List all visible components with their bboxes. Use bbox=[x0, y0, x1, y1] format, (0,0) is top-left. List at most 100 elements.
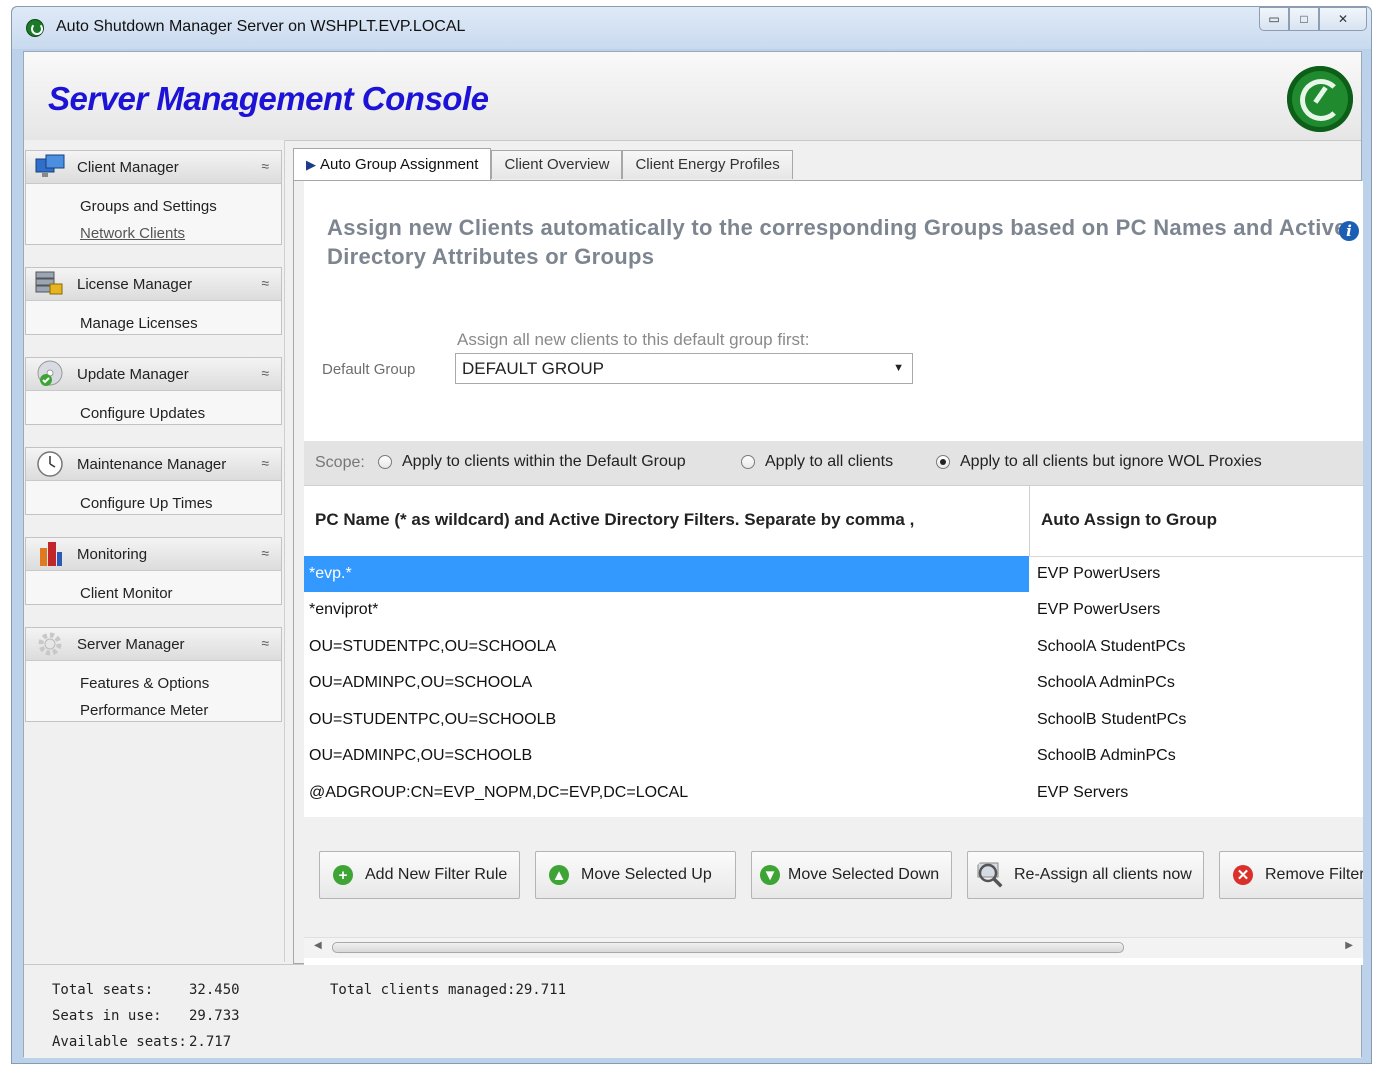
filter-rules-table: PC Name (* as wildcard) and Active Direc… bbox=[304, 485, 1363, 816]
chevron-up-icon[interactable]: ≈ bbox=[261, 365, 269, 381]
chevron-up-icon[interactable]: ≈ bbox=[261, 158, 269, 174]
sidebar-header-server-manager[interactable]: Server Manager ≈ bbox=[26, 628, 281, 661]
remove-filter-button[interactable]: ✕ Remove Filter bbox=[1219, 851, 1363, 899]
total-seats-label: Total seats: bbox=[52, 982, 154, 998]
table-row[interactable]: OU=ADMINPC,OU=SCHOOLB SchoolB AdminPCs bbox=[304, 738, 1363, 774]
dropdown-arrow-icon[interactable]: ▼ bbox=[893, 362, 904, 374]
sidebar-header-license-manager[interactable]: License Manager ≈ bbox=[26, 268, 281, 301]
sidebar-item-groups-settings[interactable]: Groups and Settings bbox=[26, 193, 281, 220]
sidebar-section-monitoring: Monitoring ≈ Client Monitor bbox=[25, 537, 282, 605]
sidebar-item-configure-updates[interactable]: Configure Updates bbox=[26, 400, 281, 427]
scroll-left-icon[interactable]: ◀ bbox=[314, 940, 322, 951]
license-server-icon bbox=[35, 271, 63, 295]
sidebar-item-features-options[interactable]: Features & Options bbox=[26, 670, 281, 697]
chevron-up-icon[interactable]: ≈ bbox=[261, 635, 269, 651]
page-title: Server Management Console bbox=[48, 80, 489, 117]
magnifier-icon bbox=[977, 862, 1004, 889]
sidebar-item-performance-meter[interactable]: Performance Meter bbox=[26, 697, 281, 724]
tab-client-overview[interactable]: Client Overview bbox=[491, 150, 623, 179]
filter-cell[interactable]: OU=STUDENTPC,OU=SCHOOLB bbox=[309, 711, 1024, 729]
sidebar-section-title: License Manager bbox=[77, 276, 193, 293]
filter-cell[interactable]: *evp.* bbox=[309, 565, 1024, 583]
available-seats-label: Available seats: bbox=[52, 1034, 187, 1050]
chevron-up-icon[interactable]: ≈ bbox=[261, 545, 269, 561]
tab-client-energy-profiles[interactable]: Client Energy Profiles bbox=[622, 150, 793, 179]
group-cell[interactable]: EVP PowerUsers bbox=[1037, 601, 1160, 619]
maximize-button[interactable]: □ bbox=[1289, 7, 1319, 31]
sidebar-item-configure-up-times[interactable]: Configure Up Times bbox=[26, 490, 281, 517]
seats-in-use-label: Seats in use: bbox=[52, 1008, 162, 1024]
gear-icon bbox=[38, 632, 62, 656]
console-header: Server Management Console bbox=[24, 52, 1361, 141]
info-icon[interactable]: i bbox=[1339, 221, 1359, 241]
move-down-button[interactable]: ▼ Move Selected Down bbox=[751, 851, 952, 899]
table-row[interactable]: *evp.* EVP PowerUsers bbox=[304, 556, 1363, 592]
status-footer: Total seats: 32.450 Seats in use: 29.733… bbox=[24, 964, 1361, 1058]
sidebar-item-client-monitor[interactable]: Client Monitor bbox=[26, 580, 281, 607]
default-group-label: Default Group bbox=[322, 361, 416, 378]
chevron-up-icon[interactable]: ≈ bbox=[261, 275, 269, 291]
table-row[interactable]: OU=ADMINPC,OU=SCHOOLA SchoolA AdminPCs bbox=[304, 665, 1363, 701]
sidebar-section-license-manager: License Manager ≈ Manage Licenses bbox=[25, 267, 282, 335]
radio-button-checked[interactable] bbox=[936, 455, 950, 469]
chevron-up-icon[interactable]: ≈ bbox=[261, 455, 269, 471]
sidebar-section-update-manager: Update Manager ≈ Configure Updates bbox=[25, 357, 282, 425]
scope-label: Scope: bbox=[315, 454, 365, 471]
column-header-filter[interactable]: PC Name (* as wildcard) and Active Direc… bbox=[315, 510, 914, 530]
sidebar-header-monitoring[interactable]: Monitoring ≈ bbox=[26, 538, 281, 571]
table-row[interactable]: @ADGROUP:CN=EVP_NOPM,DC=EVP,DC=LOCAL EVP … bbox=[304, 775, 1363, 811]
horizontal-scrollbar[interactable]: ◀ ▶ bbox=[304, 937, 1363, 958]
sidebar-item-network-clients[interactable]: Network Clients bbox=[26, 220, 281, 247]
sidebar: Client Manager ≈ Groups and Settings Net… bbox=[24, 140, 285, 962]
window-title: Auto Shutdown Manager Server on WSHPLT.E… bbox=[56, 18, 466, 35]
scrollbar-thumb[interactable] bbox=[332, 942, 1124, 953]
available-seats-value: 2.717 bbox=[189, 1034, 232, 1050]
total-clients-value: 29.711 bbox=[515, 982, 567, 998]
table-row[interactable]: OU=STUDENTPC,OU=SCHOOLB SchoolB StudentPC… bbox=[304, 702, 1363, 738]
sidebar-header-client-manager[interactable]: Client Manager ≈ bbox=[26, 151, 281, 184]
update-disc-icon bbox=[37, 360, 63, 386]
scroll-right-icon[interactable]: ▶ bbox=[1345, 940, 1353, 951]
filter-cell[interactable]: @ADGROUP:CN=EVP_NOPM,DC=EVP,DC=LOCAL bbox=[309, 784, 1024, 802]
group-cell[interactable]: SchoolB StudentPCs bbox=[1037, 711, 1186, 729]
radio-button[interactable] bbox=[378, 455, 392, 469]
group-cell[interactable]: EVP Servers bbox=[1037, 784, 1128, 802]
scope-radio-ignore-wol[interactable]: Apply to all clients but ignore WOL Prox… bbox=[936, 453, 1262, 471]
sidebar-header-update-manager[interactable]: Update Manager ≈ bbox=[26, 358, 281, 391]
title-bar[interactable]: Auto Shutdown Manager Server on WSHPLT.E… bbox=[12, 7, 1371, 49]
table-row[interactable]: OU=STUDENTPC,OU=SCHOOLA SchoolA StudentPC… bbox=[304, 629, 1363, 665]
radio-button[interactable] bbox=[741, 455, 755, 469]
scope-radio-default-group[interactable]: Apply to clients within the Default Grou… bbox=[378, 453, 686, 471]
filter-cell[interactable]: OU=STUDENTPC,OU=SCHOOLA bbox=[309, 638, 1024, 656]
tab-panel: Assign new Clients automatically to the … bbox=[293, 180, 1363, 965]
group-cell[interactable]: EVP PowerUsers bbox=[1037, 565, 1160, 583]
sidebar-section-maintenance-manager: Maintenance Manager ≈ Configure Up Times bbox=[25, 447, 282, 515]
filter-cell[interactable]: *enviprot* bbox=[309, 601, 1024, 619]
sidebar-section-server-manager: Server Manager ≈ Features & Options Perf… bbox=[25, 627, 282, 722]
reassign-all-button[interactable]: Re-Assign all clients now bbox=[967, 851, 1204, 899]
filter-cell[interactable]: OU=ADMINPC,OU=SCHOOLB bbox=[309, 747, 1024, 765]
move-up-button[interactable]: ▲ Move Selected Up bbox=[535, 851, 736, 899]
tab-auto-group-assignment[interactable]: ▶ Auto Group Assignment bbox=[293, 148, 492, 180]
default-group-dropdown[interactable]: DEFAULT GROUP ▼ bbox=[455, 353, 913, 384]
scope-radio-all-clients[interactable]: Apply to all clients bbox=[741, 453, 893, 471]
sidebar-header-maintenance-manager[interactable]: Maintenance Manager ≈ bbox=[26, 448, 281, 481]
close-button[interactable]: ✕ bbox=[1319, 7, 1367, 31]
action-buttons: + Add New Filter Rule ▲ Move Selected Up ▼… bbox=[304, 817, 1363, 937]
button-label: Move Selected Up bbox=[581, 866, 712, 883]
add-filter-rule-button[interactable]: + Add New Filter Rule bbox=[319, 851, 520, 899]
sidebar-item-manage-licenses[interactable]: Manage Licenses bbox=[26, 310, 281, 337]
monitors-icon bbox=[35, 154, 65, 177]
group-cell[interactable]: SchoolB AdminPCs bbox=[1037, 747, 1176, 765]
column-header-group[interactable]: Auto Assign to Group bbox=[1041, 510, 1217, 530]
sidebar-section-client-manager: Client Manager ≈ Groups and Settings Net… bbox=[25, 150, 282, 245]
total-seats-value: 32.450 bbox=[189, 982, 240, 998]
table-row[interactable]: *enviprot* EVP PowerUsers bbox=[304, 592, 1363, 628]
sidebar-section-title: Maintenance Manager bbox=[77, 456, 227, 473]
group-cell[interactable]: SchoolA AdminPCs bbox=[1037, 674, 1175, 692]
minimize-button[interactable]: ▭ bbox=[1259, 7, 1289, 31]
filter-cell[interactable]: OU=ADMINPC,OU=SCHOOLA bbox=[309, 674, 1024, 692]
group-cell[interactable]: SchoolA StudentPCs bbox=[1037, 638, 1186, 656]
tab-label: Auto Group Assignment bbox=[320, 156, 479, 173]
plus-icon: + bbox=[333, 865, 353, 885]
